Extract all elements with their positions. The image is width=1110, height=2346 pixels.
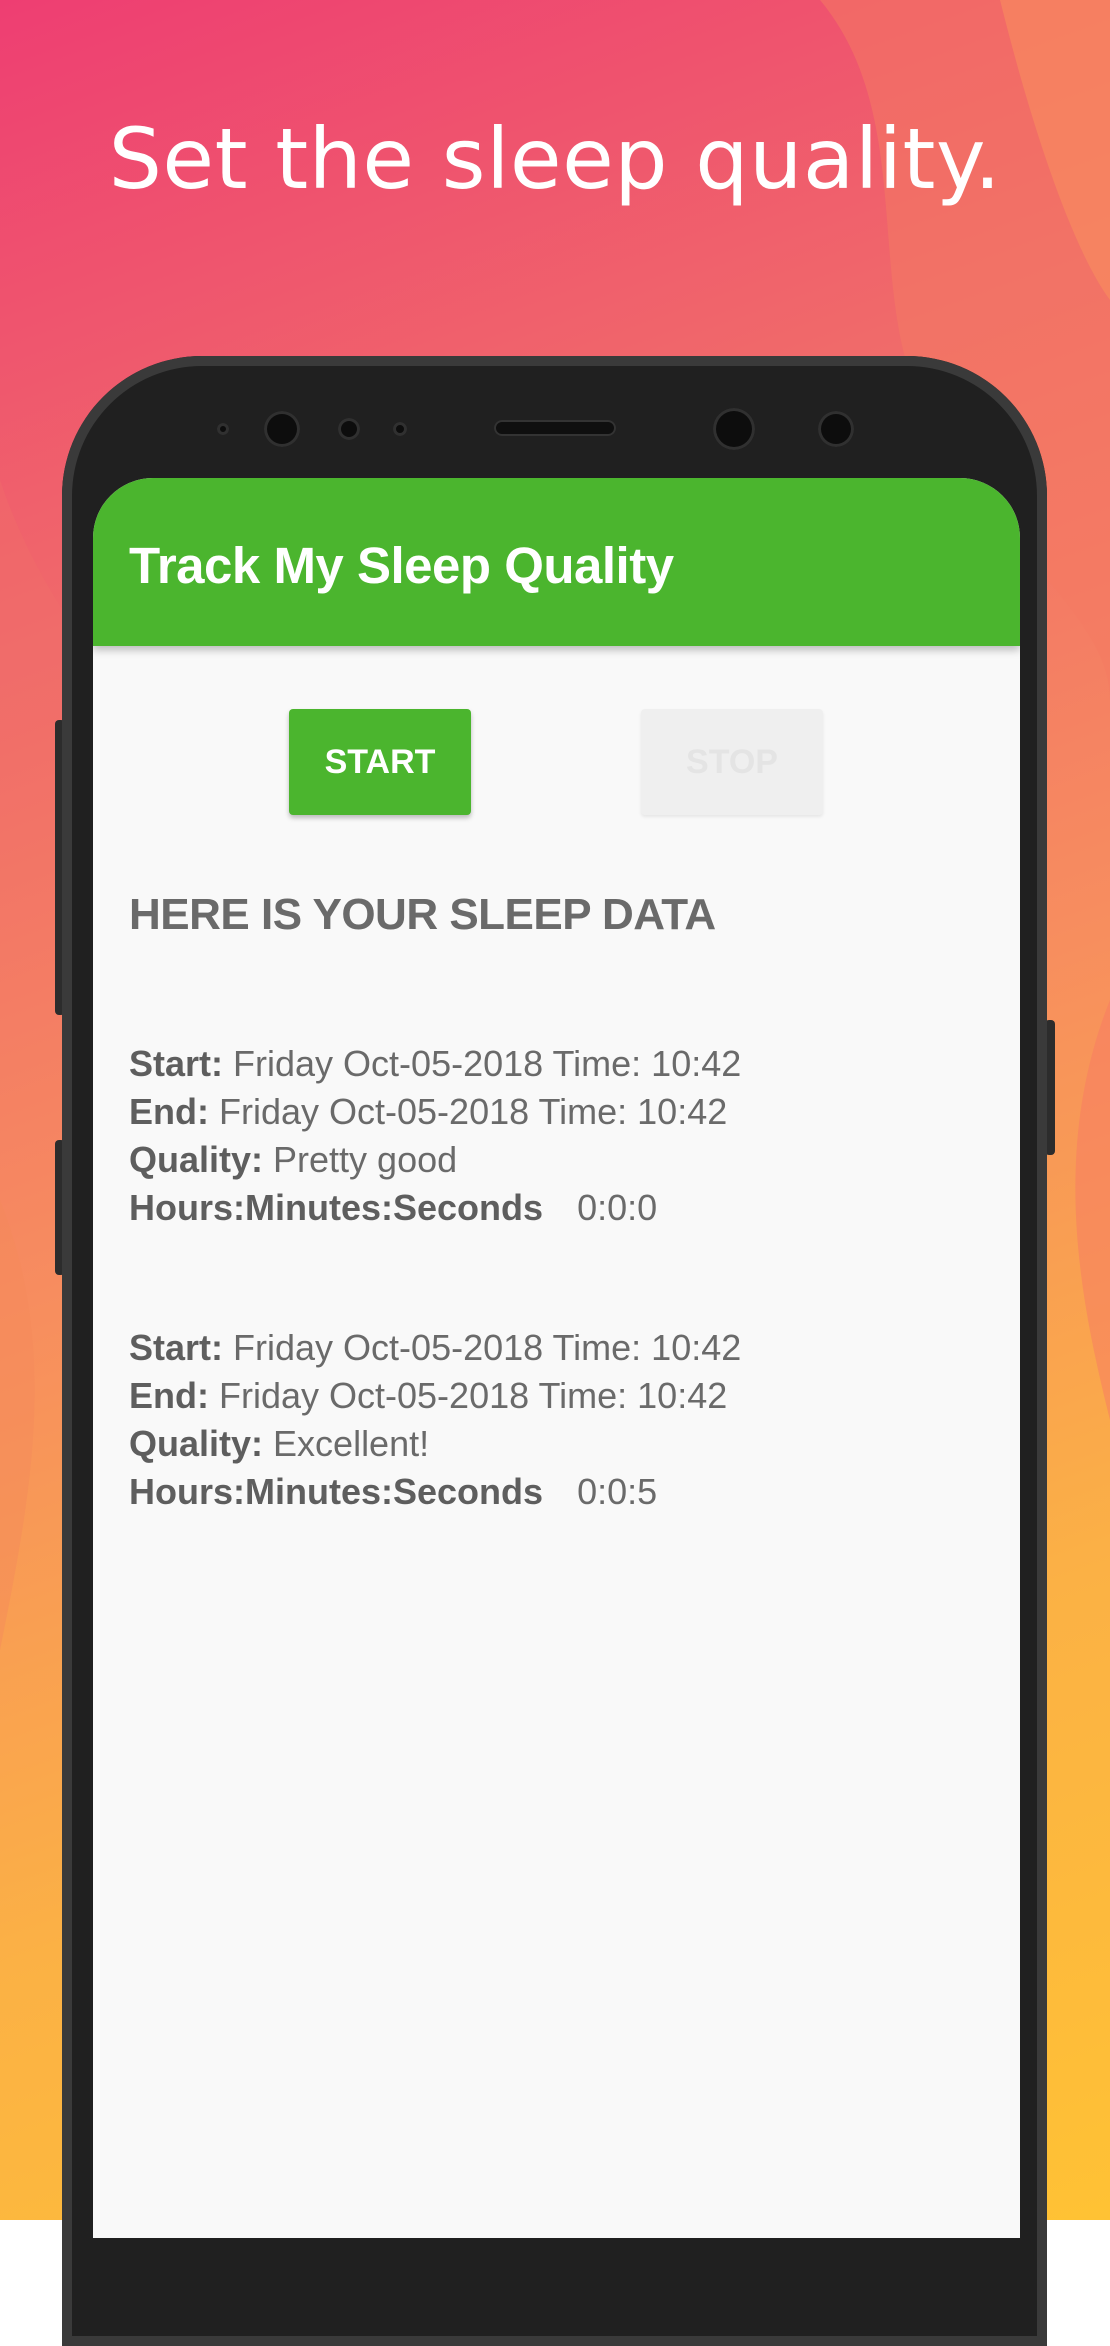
record-quality-label: Quality: [129, 1139, 264, 1180]
iris-sensor-icon [818, 411, 854, 447]
proximity-sensor-icon [217, 423, 229, 435]
record-duration-value: 0:0:5 [577, 1471, 658, 1512]
sleep-data-heading: HERE IS YOUR SLEEP DATA [129, 890, 716, 939]
record-end-value: Friday Oct-05-2018 Time: 10:42 [219, 1375, 728, 1416]
record-start-label: Start: [129, 1327, 224, 1368]
record-end-label: End: [129, 1375, 209, 1416]
record-start-value: Friday Oct-05-2018 Time: 10:42 [233, 1043, 742, 1084]
sleep-record: Start: Friday Oct-05-2018 Time: 10:42 En… [129, 1324, 741, 1516]
record-duration-line: Hours:Minutes:Seconds 0:0:0 [129, 1184, 741, 1232]
record-quality-value: Excellent! [273, 1423, 430, 1464]
sleep-record: Start: Friday Oct-05-2018 Time: 10:42 En… [129, 1040, 741, 1232]
front-camera-icon [264, 411, 300, 447]
record-quality-label: Quality: [129, 1423, 264, 1464]
app-title: Track My Sleep Quality [129, 537, 674, 594]
sensor-icon [338, 418, 360, 440]
promo-headline: Set the sleep quality. [108, 110, 1002, 208]
phone-screen: Track My Sleep Quality START STOP HERE I… [93, 478, 1020, 2238]
record-start-value: Friday Oct-05-2018 Time: 10:42 [233, 1327, 742, 1368]
record-quality-value: Pretty good [273, 1139, 458, 1180]
record-start-label: Start: [129, 1043, 224, 1084]
sensor-small-icon [393, 422, 407, 436]
iris-camera-icon [713, 408, 755, 450]
record-duration-value: 0:0:0 [577, 1187, 658, 1228]
app-bar: Track My Sleep Quality [93, 478, 1020, 646]
record-duration-label: Hours:Minutes:Seconds [129, 1471, 544, 1512]
start-button[interactable]: START [289, 709, 471, 815]
record-end-value: Friday Oct-05-2018 Time: 10:42 [219, 1091, 728, 1132]
record-end-line: End: Friday Oct-05-2018 Time: 10:42 [129, 1088, 741, 1136]
record-start-line: Start: Friday Oct-05-2018 Time: 10:42 [129, 1324, 741, 1372]
record-end-label: End: [129, 1091, 209, 1132]
record-start-line: Start: Friday Oct-05-2018 Time: 10:42 [129, 1040, 741, 1088]
stop-button[interactable]: STOP [641, 709, 823, 815]
record-duration-label: Hours:Minutes:Seconds [129, 1187, 544, 1228]
record-duration-line: Hours:Minutes:Seconds 0:0:5 [129, 1468, 741, 1516]
record-quality-line: Quality: Excellent! [129, 1420, 741, 1468]
record-quality-line: Quality: Pretty good [129, 1136, 741, 1184]
earpiece-speaker [494, 420, 616, 436]
record-end-line: End: Friday Oct-05-2018 Time: 10:42 [129, 1372, 741, 1420]
